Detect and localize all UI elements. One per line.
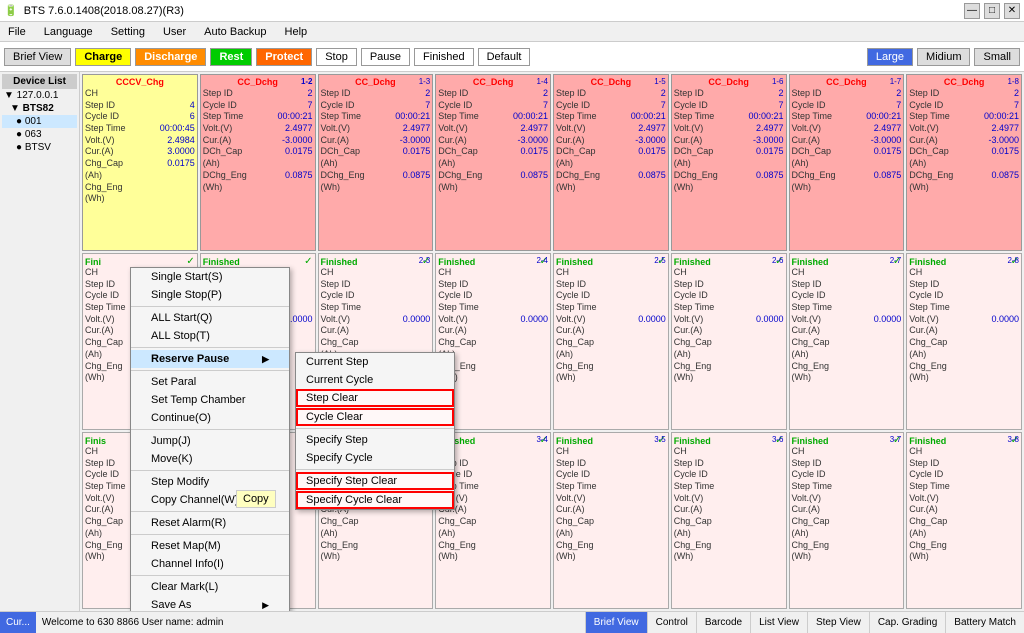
app-icon: 🔋 — [4, 4, 18, 17]
sub-arrow-save-icon: ▶ — [262, 600, 269, 611]
menu-all-start[interactable]: ALL Start(Q) — [131, 309, 289, 327]
menu-setting[interactable]: Setting — [107, 25, 149, 39]
sub-menu-current-cycle[interactable]: Current Cycle — [296, 371, 454, 389]
maximize-button[interactable]: □ — [984, 3, 1000, 19]
status-message: Welcome to 630 8866 User name: admin — [36, 617, 585, 628]
menu-continue[interactable]: Continue(O) — [131, 409, 289, 427]
menu-help[interactable]: Help — [281, 25, 312, 39]
menu-reset-alarm[interactable]: Reset Alarm(R) — [131, 514, 289, 532]
protect-button[interactable]: Protect — [256, 48, 312, 66]
midium-button[interactable]: Midium — [917, 48, 970, 66]
context-menu: Single Start(S) Single Stop(P) ALL Start… — [130, 267, 290, 611]
separator-1 — [131, 306, 289, 307]
sub-separator-2 — [296, 469, 454, 470]
menu-reserve-pause-label: Reserve Pause — [151, 353, 229, 365]
content-area: CCCV_Chg CH Step ID4 Cycle ID6 Step Time… — [80, 72, 1024, 611]
menu-single-stop[interactable]: Single Stop(P) — [131, 286, 289, 304]
sub-menu-specify-step[interactable]: Specify Step — [296, 431, 454, 449]
device-item-063[interactable]: ● 063 — [2, 128, 77, 141]
menu-single-start[interactable]: Single Start(S) — [131, 268, 289, 286]
stop-button[interactable]: Stop — [316, 48, 357, 66]
device-list: Device List ▼ 127.0.0.1 ▼ BTS82 ● 001 ● … — [0, 72, 80, 611]
main-layout: Device List ▼ 127.0.0.1 ▼ BTS82 ● 001 ● … — [0, 72, 1024, 611]
welcome-message: Welcome to 630 8866 User name: admin — [42, 617, 224, 628]
copy-tooltip: Copy — [236, 490, 276, 508]
status-btn-barcode[interactable]: Barcode — [696, 612, 750, 633]
default-button[interactable]: Default — [478, 48, 531, 66]
separator-2 — [131, 347, 289, 348]
menu-all-stop[interactable]: ALL Stop(T) — [131, 327, 289, 345]
menu-set-temp-chamber[interactable]: Set Temp Chamber — [131, 391, 289, 409]
title-bar-controls[interactable]: — □ ✕ — [964, 3, 1020, 19]
rest-button[interactable]: Rest — [210, 48, 252, 66]
menu-reserve-pause[interactable]: Reserve Pause ▶ — [131, 350, 289, 368]
device-item-001[interactable]: ● 001 — [2, 115, 77, 128]
sub-menu-cycle-clear[interactable]: Cycle Clear — [296, 408, 454, 426]
menu-save-as-label: Save As — [151, 599, 191, 611]
menu-bar: File Language Setting User Auto Backup H… — [0, 22, 1024, 42]
device-item-ip[interactable]: ▼ 127.0.0.1 — [2, 89, 77, 102]
menu-user[interactable]: User — [159, 25, 190, 39]
status-bar: Cur... Welcome to 630 8866 User name: ad… — [0, 611, 1024, 633]
discharge-button[interactable]: Discharge — [135, 48, 206, 66]
device-list-header: Device List — [2, 74, 77, 89]
separator-5 — [131, 470, 289, 471]
status-btn-control[interactable]: Control — [647, 612, 696, 633]
close-button[interactable]: ✕ — [1004, 3, 1020, 19]
copy-label: Copy — [243, 493, 269, 505]
toolbar: Brief View Charge Discharge Rest Protect… — [0, 42, 1024, 72]
status-btn-cap-grading[interactable]: Cap. Grading — [869, 612, 945, 633]
separator-3 — [131, 370, 289, 371]
separator-4 — [131, 429, 289, 430]
sub-menu-specify-cycle[interactable]: Specify Cycle — [296, 449, 454, 467]
finished-button[interactable]: Finished — [414, 48, 474, 66]
separator-8 — [131, 575, 289, 576]
menu-language[interactable]: Language — [40, 25, 97, 39]
title-bar: 🔋 BTS 7.6.0.1408(2018.08.27)(R3) — □ ✕ — [0, 0, 1024, 22]
menu-clear-mark[interactable]: Clear Mark(L) — [131, 578, 289, 596]
separator-6 — [131, 511, 289, 512]
menu-step-modify[interactable]: Step Modify — [131, 473, 289, 491]
sub-menu-current-step[interactable]: Current Step — [296, 353, 454, 371]
menu-channel-info[interactable]: Channel Info(I) — [131, 555, 289, 573]
sub-menu-step-clear[interactable]: Step Clear — [296, 389, 454, 407]
status-btn-list-view[interactable]: List View — [750, 612, 807, 633]
status-btn-battery-match[interactable]: Battery Match — [945, 612, 1024, 633]
sub-separator-1 — [296, 428, 454, 429]
menu-set-paral[interactable]: Set Paral — [131, 373, 289, 391]
minimize-button[interactable]: — — [964, 3, 980, 19]
brief-view-button[interactable]: Brief View — [4, 48, 71, 66]
menu-save-as[interactable]: Save As ▶ — [131, 596, 289, 611]
sub-arrow-icon: ▶ — [262, 354, 269, 365]
sub-context-menu: Current Step Current Cycle Step Clear Cy… — [295, 352, 455, 510]
menu-reset-map[interactable]: Reset Map(M) — [131, 537, 289, 555]
device-item-bts82[interactable]: ▼ BTS82 — [2, 102, 77, 115]
status-btn-brief-view[interactable]: Brief View — [585, 612, 647, 633]
sub-menu-specify-step-clear[interactable]: Specify Step Clear — [296, 472, 454, 490]
device-item-btsv[interactable]: ● BTSV — [2, 141, 77, 154]
separator-7 — [131, 534, 289, 535]
menu-move[interactable]: Move(K) — [131, 450, 289, 468]
menu-autobackup[interactable]: Auto Backup — [200, 25, 270, 39]
sub-menu-specify-cycle-clear[interactable]: Specify Cycle Clear — [296, 491, 454, 509]
title-bar-left: 🔋 BTS 7.6.0.1408(2018.08.27)(R3) — [4, 4, 184, 17]
status-current-indicator[interactable]: Cur... — [0, 612, 36, 633]
small-button[interactable]: Small — [974, 48, 1020, 66]
status-btn-step-view[interactable]: Step View — [807, 612, 869, 633]
menu-file[interactable]: File — [4, 25, 30, 39]
menu-jump[interactable]: Jump(J) — [131, 432, 289, 450]
status-buttons: Brief View Control Barcode List View Ste… — [585, 612, 1024, 633]
charge-button[interactable]: Charge — [75, 48, 131, 66]
pause-button[interactable]: Pause — [361, 48, 410, 66]
app-title: BTS 7.6.0.1408(2018.08.27)(R3) — [24, 5, 184, 17]
large-button[interactable]: Large — [867, 48, 913, 66]
context-menu-overlay: Single Start(S) Single Stop(P) ALL Start… — [80, 72, 1024, 611]
